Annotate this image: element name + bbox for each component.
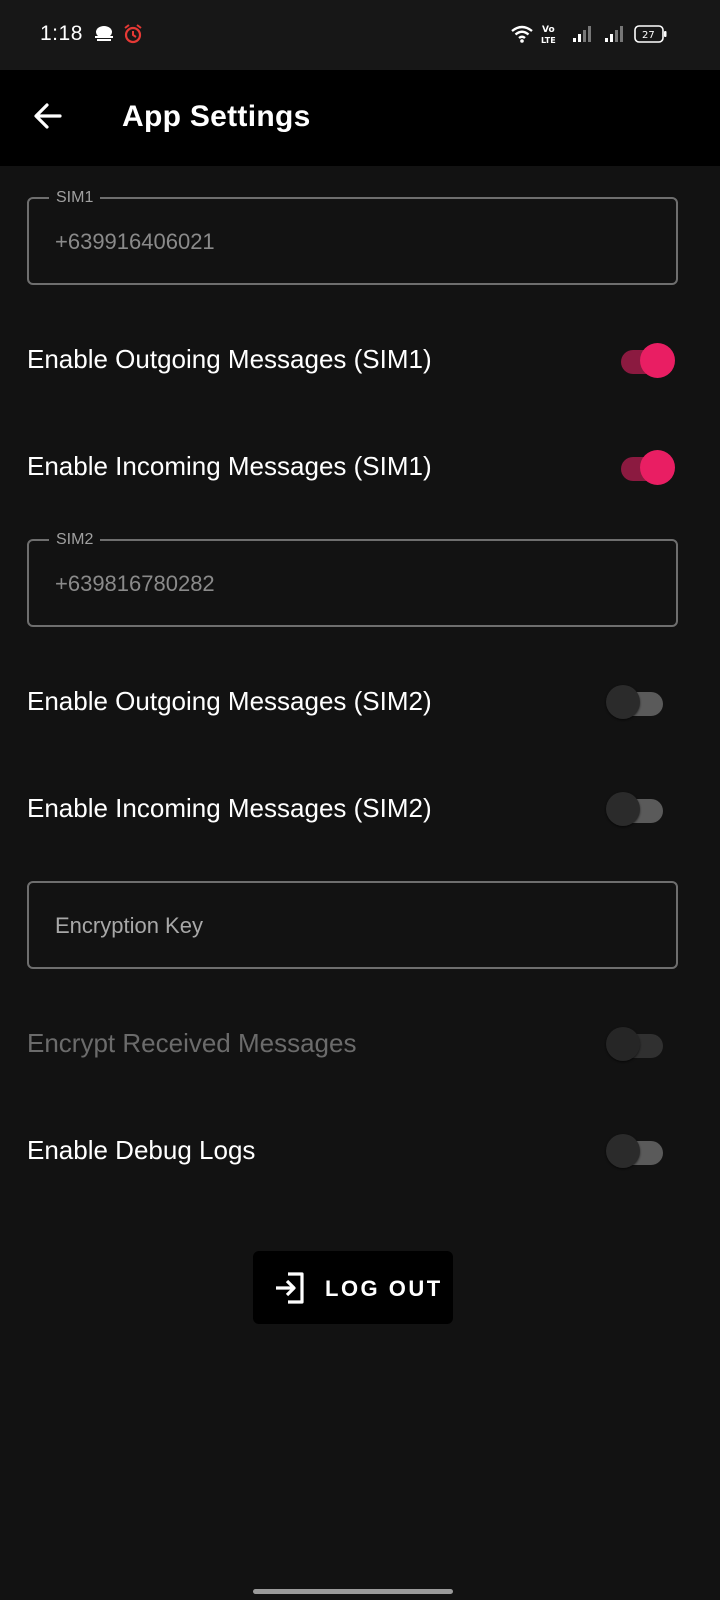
alarm-icon bbox=[122, 23, 144, 50]
encrypt-received-row: Encrypt Received Messages bbox=[0, 1014, 720, 1074]
sim1-incoming-switch[interactable] bbox=[618, 447, 678, 487]
sim2-outgoing-row: Enable Outgoing Messages (SIM2) bbox=[0, 672, 720, 732]
sim2-incoming-switch[interactable] bbox=[605, 789, 665, 829]
sim2-incoming-label: Enable Incoming Messages (SIM2) bbox=[27, 793, 432, 823]
debug-logs-switch[interactable] bbox=[605, 1131, 665, 1171]
app-bar: App Settings bbox=[0, 70, 720, 166]
sim1-field[interactable]: SIM1 +639916406021 bbox=[27, 188, 678, 285]
logout-label: LOG OUT bbox=[325, 1276, 443, 1301]
sim1-incoming-row: Enable Incoming Messages (SIM1) bbox=[0, 437, 720, 497]
sim2-field[interactable]: SIM2 +639816780282 bbox=[27, 530, 678, 627]
signal-icon bbox=[604, 25, 626, 48]
page-title: App Settings bbox=[122, 100, 311, 133]
sim1-number: +639916406021 bbox=[55, 229, 215, 254]
switch-thumb bbox=[606, 1134, 640, 1168]
switch-thumb bbox=[606, 792, 640, 826]
signal-icon bbox=[572, 25, 594, 48]
battery-icon: 27 bbox=[634, 24, 668, 49]
debug-logs-label: Enable Debug Logs bbox=[27, 1135, 256, 1165]
sim2-outgoing-switch[interactable] bbox=[605, 682, 665, 722]
back-button[interactable] bbox=[20, 90, 76, 146]
sim2-incoming-row: Enable Incoming Messages (SIM2) bbox=[0, 779, 720, 839]
home-indicator[interactable] bbox=[253, 1589, 453, 1594]
svg-text:Vo: Vo bbox=[542, 25, 555, 35]
switch-thumb bbox=[606, 685, 640, 719]
sim1-outgoing-switch[interactable] bbox=[618, 340, 678, 380]
sim2-field-label: SIM2 bbox=[49, 530, 101, 550]
debug-logs-row: Enable Debug Logs bbox=[0, 1121, 720, 1181]
cloud-icon bbox=[93, 24, 115, 49]
sim2-outgoing-label: Enable Outgoing Messages (SIM2) bbox=[27, 686, 432, 716]
switch-thumb bbox=[640, 343, 675, 378]
sim1-field-label: SIM1 bbox=[49, 188, 101, 208]
encrypt-received-switch bbox=[605, 1024, 665, 1064]
status-bar: 1:18 Vo LTE 27 bbox=[0, 0, 720, 70]
arrow-left-icon bbox=[32, 100, 64, 137]
encryption-key-field[interactable]: Encryption Key bbox=[27, 881, 678, 969]
encrypt-received-label: Encrypt Received Messages bbox=[27, 1028, 357, 1058]
encryption-key-placeholder: Encryption Key bbox=[55, 913, 203, 938]
sim1-outgoing-label: Enable Outgoing Messages (SIM1) bbox=[27, 344, 432, 374]
switch-thumb bbox=[606, 1027, 640, 1061]
wifi-icon bbox=[510, 24, 534, 49]
sim1-outgoing-row: Enable Outgoing Messages (SIM1) bbox=[0, 330, 720, 390]
svg-text:LTE: LTE bbox=[541, 36, 556, 45]
logout-button[interactable]: LOG OUT bbox=[253, 1251, 453, 1324]
battery-level: 27 bbox=[642, 30, 655, 41]
sim2-number: +639816780282 bbox=[55, 571, 215, 596]
switch-thumb bbox=[640, 450, 675, 485]
login-arrow-icon bbox=[273, 1271, 307, 1310]
status-time: 1:18 bbox=[40, 22, 83, 45]
sim1-incoming-label: Enable Incoming Messages (SIM1) bbox=[27, 451, 432, 481]
volte-icon: Vo LTE bbox=[540, 23, 562, 50]
